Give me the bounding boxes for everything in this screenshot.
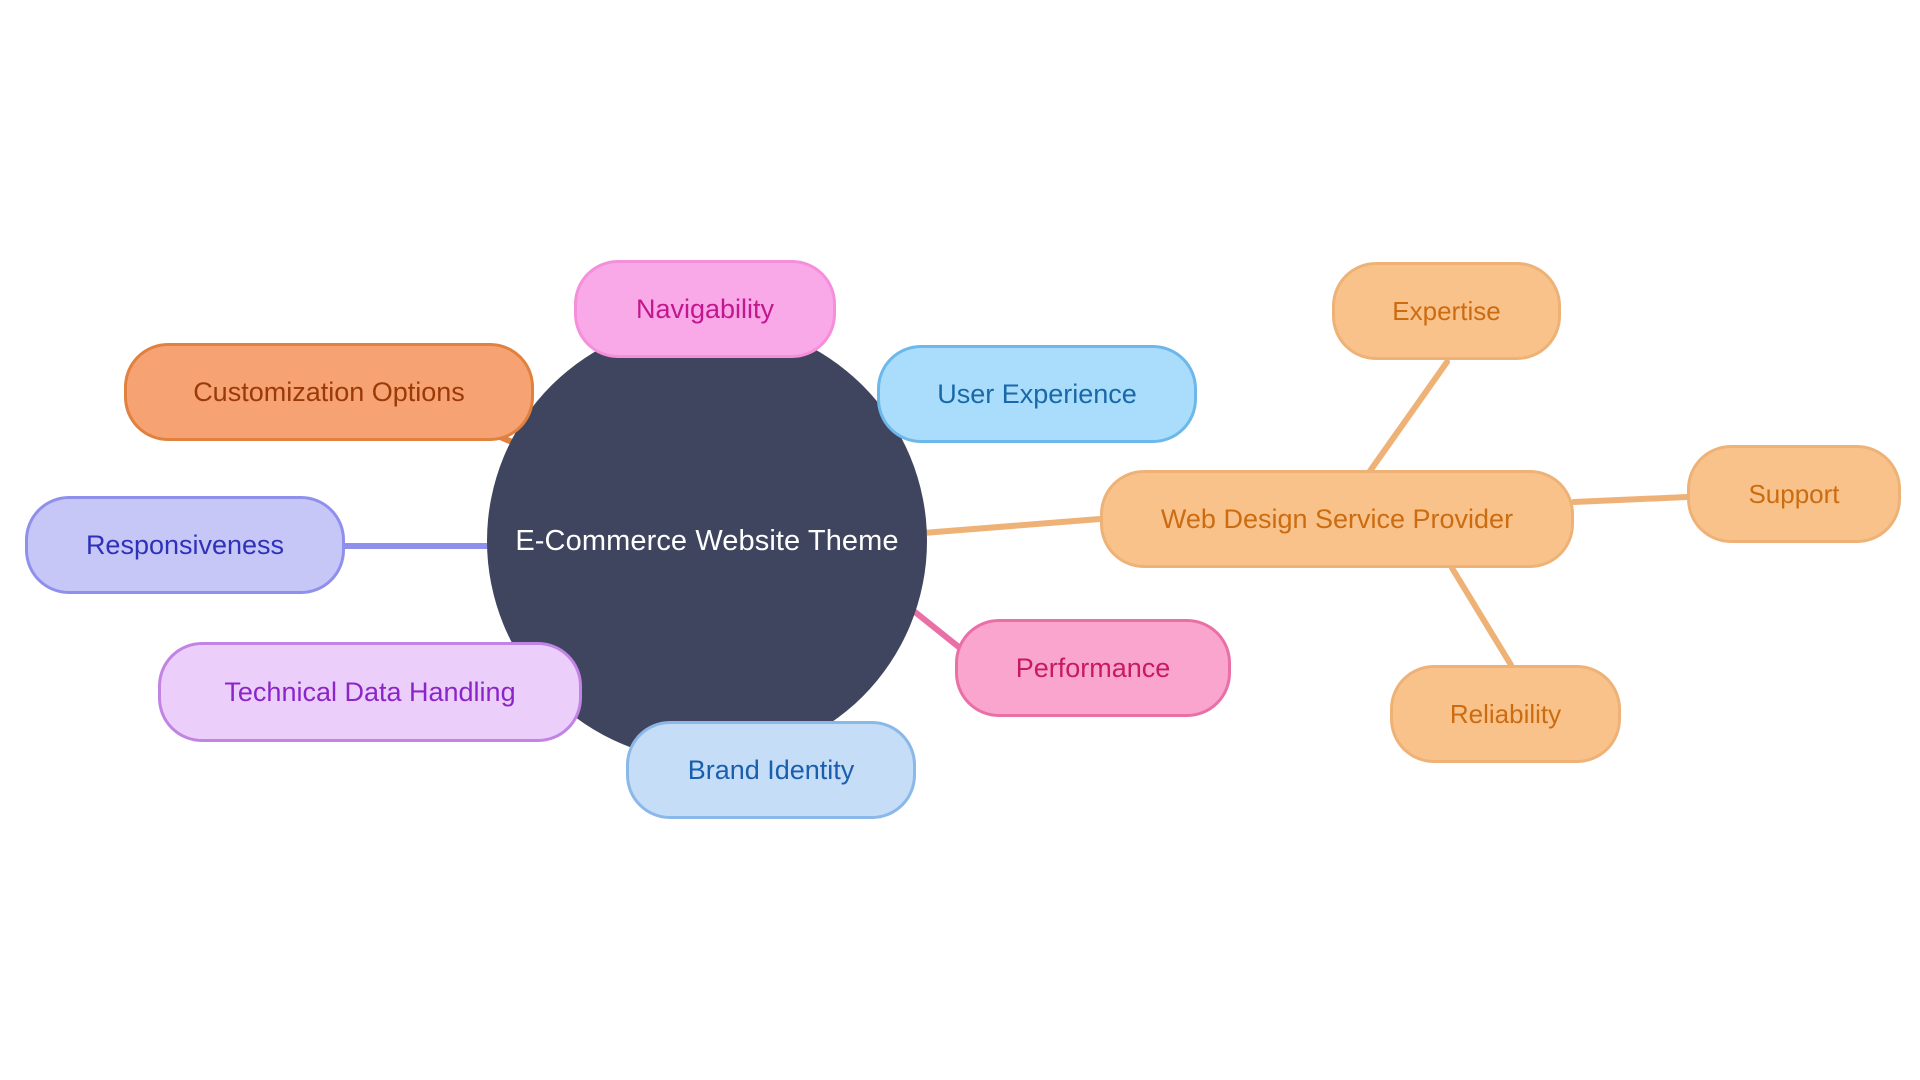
node-label-performance: Performance [1015,652,1171,683]
edge-provider-support [1571,494,1690,505]
edge-provider-reliability [1449,565,1514,668]
node-brand-identity[interactable]: Brand Identity [626,721,916,819]
node-label-navigability: Navigability [635,293,775,324]
node-support[interactable]: Support [1687,445,1901,543]
node-label-technical-data-handling: Technical Data Handling [224,676,516,707]
node-label-customization-options: Customization Options [193,376,465,407]
node-label-expertise: Expertise [1392,296,1501,326]
node-label-support: Support [1748,479,1840,509]
node-label-web-design-service-provider: Web Design Service Provider [1160,503,1514,534]
mindmap-canvas: E-Commerce Website Theme Navigability Cust… [0,0,1920,1080]
node-label-brand-identity: Brand Identity [687,754,855,785]
root-node-label: E-Commerce Website Theme [515,524,899,557]
node-customization-options[interactable]: Customization Options [124,343,534,441]
edge-root-web-design-service-provider [920,516,1103,536]
edge-provider-expertise [1367,359,1450,474]
node-technical-data-handling[interactable]: Technical Data Handling [158,642,582,742]
node-performance[interactable]: Performance [955,619,1231,717]
node-reliability[interactable]: Reliability [1390,665,1621,763]
node-label-responsiveness: Responsiveness [85,529,285,560]
node-web-design-service-provider[interactable]: Web Design Service Provider [1100,470,1574,568]
node-expertise[interactable]: Expertise [1332,262,1561,360]
node-user-experience[interactable]: User Experience [877,345,1197,443]
node-label-user-experience: User Experience [937,378,1137,409]
node-responsiveness[interactable]: Responsiveness [25,496,345,594]
node-navigability[interactable]: Navigability [574,260,836,358]
node-label-reliability: Reliability [1449,699,1562,729]
